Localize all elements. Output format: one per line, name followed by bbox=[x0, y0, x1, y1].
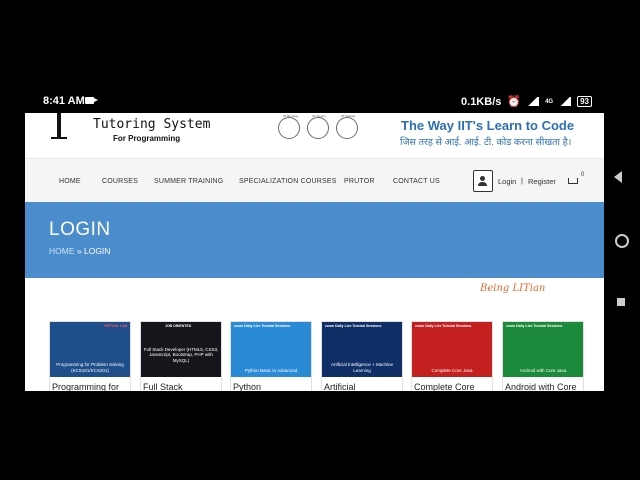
main-nav: HOME COURSES SUMMER TRAINING SPECIALIZAT… bbox=[25, 158, 604, 203]
course-title[interactable]: Programming for bbox=[52, 382, 119, 391]
course-tag: JOB ORIENTED bbox=[165, 324, 192, 328]
network-type: 4G bbox=[545, 98, 554, 105]
site-header: Tutoring System For Programming IIT Bomb… bbox=[25, 113, 604, 158]
recent-apps-icon[interactable] bbox=[617, 298, 625, 306]
nav-contact-us[interactable]: CONTACT US bbox=[393, 178, 440, 185]
battery-icon: 93 bbox=[577, 96, 592, 107]
course-caption: Artificial Intelligence + Machine Learni… bbox=[331, 362, 393, 373]
course-title[interactable]: Complete Core bbox=[414, 382, 475, 391]
nav-specialization-courses[interactable]: SPECIALIZATION COURSES bbox=[239, 178, 337, 185]
course-caption: Complete Core Java bbox=[431, 367, 473, 373]
course-thumbnail: zoom Daily Live Tutorial Sessions Androi… bbox=[503, 322, 583, 377]
partner-label: IIT Bombay bbox=[283, 114, 299, 118]
nav-prutor[interactable]: PRUTOR bbox=[344, 178, 375, 185]
partner-label: IIT Madras bbox=[341, 114, 356, 118]
brand-subtitle: For Programming bbox=[113, 134, 181, 143]
course-card[interactable]: zoom Daily Live Tutorial Sessions Androi… bbox=[502, 321, 584, 391]
cart-count: 0 bbox=[581, 172, 585, 178]
course-tag: zoom Daily Live Tutorial Sessions bbox=[325, 324, 382, 328]
course-title[interactable]: Full Stack bbox=[143, 382, 183, 391]
course-caption: Programming for Problem Solving (KCS101/… bbox=[56, 362, 124, 373]
nav-separator: | bbox=[521, 176, 523, 185]
partner-label: IIT Kanpur bbox=[312, 114, 326, 118]
home-icon[interactable] bbox=[615, 234, 629, 248]
page-banner: LOGIN HOME » LOGIN bbox=[25, 202, 604, 278]
iit-bombay-seal-icon bbox=[278, 117, 300, 139]
register-link[interactable]: Register bbox=[528, 177, 556, 186]
login-link[interactable]: Login bbox=[498, 177, 516, 186]
network-speed: 0.1KB/s bbox=[461, 95, 502, 108]
signal-icon-2 bbox=[559, 97, 572, 106]
clock: 8:41 AM bbox=[43, 95, 85, 107]
nav-summer-training[interactable]: SUMMER TRAINING bbox=[154, 178, 223, 185]
iit-kanpur-seal-icon bbox=[307, 117, 329, 139]
course-card[interactable]: zoom Daily Live Tutorial Sessions Artifi… bbox=[321, 321, 403, 391]
user-icon[interactable] bbox=[473, 170, 493, 192]
course-caption: Python Basic to Advanced bbox=[244, 367, 298, 373]
tagline: The Way IIT's Learn to Code bbox=[401, 118, 575, 133]
course-caption: Full Stack Developer (HTML5, CSS3, JavaS… bbox=[143, 346, 219, 363]
course-card[interactable]: zoom Daily Live Tutorial Sessions Comple… bbox=[411, 321, 493, 391]
phone-screen: 8:41 AM 0.1KB/s ⏰ 4G 93 Tutoring System … bbox=[25, 89, 604, 391]
iit-madras-seal-icon bbox=[336, 117, 358, 139]
course-card[interactable]: JOB ORIENTED Full Stack Developer (HTML5… bbox=[140, 321, 222, 391]
cart-icon[interactable] bbox=[568, 178, 578, 184]
course-title[interactable]: Artificial bbox=[324, 382, 356, 391]
course-card[interactable]: zoom Daily Live Tutorial Sessions Python… bbox=[230, 321, 312, 391]
course-tag: zoom Daily Live Tutorial Sessions bbox=[415, 324, 472, 328]
course-list: VIRTUAL LAB Programming for Problem Solv… bbox=[25, 278, 604, 391]
video-camera-icon bbox=[85, 97, 98, 104]
course-tag: zoom Daily Live Tutorial Sessions bbox=[234, 324, 291, 328]
status-bar: 8:41 AM 0.1KB/s ⏰ 4G 93 bbox=[25, 89, 604, 113]
course-card[interactable]: VIRTUAL LAB Programming for Problem Solv… bbox=[49, 321, 131, 391]
course-thumbnail: zoom Daily Live Tutorial Sessions Comple… bbox=[412, 322, 492, 377]
alarm-icon: ⏰ bbox=[507, 96, 522, 108]
breadcrumb-current: LOGIN bbox=[83, 246, 111, 256]
signal-icon bbox=[527, 97, 540, 106]
course-caption: Android with Core Java bbox=[519, 367, 567, 373]
breadcrumb-separator: » bbox=[76, 246, 82, 256]
course-thumbnail: zoom Daily Live Tutorial Sessions Artifi… bbox=[322, 322, 402, 377]
brand-title[interactable]: Tutoring System bbox=[93, 117, 210, 132]
course-thumbnail: VIRTUAL LAB Programming for Problem Solv… bbox=[50, 322, 130, 377]
course-tag: VIRTUAL LAB bbox=[104, 324, 128, 328]
course-title[interactable]: Python bbox=[233, 382, 261, 391]
tagline-hindi: जिस तरह से आई. आई. टी. कोड करना सीखता है… bbox=[400, 137, 572, 148]
course-thumbnail: JOB ORIENTED Full Stack Developer (HTML5… bbox=[141, 322, 221, 377]
breadcrumb-home[interactable]: HOME bbox=[49, 246, 75, 256]
page-title: LOGIN bbox=[49, 219, 111, 240]
course-thumbnail: zoom Daily Live Tutorial Sessions Python… bbox=[231, 322, 311, 377]
watermark: Being LITian bbox=[480, 283, 546, 294]
logo-icon[interactable] bbox=[51, 113, 67, 139]
breadcrumb: HOME » LOGIN bbox=[49, 246, 110, 256]
nav-courses[interactable]: COURSES bbox=[102, 178, 138, 185]
course-title[interactable]: Android with Core bbox=[505, 382, 577, 391]
course-tag: zoom Daily Live Tutorial Sessions bbox=[506, 324, 563, 328]
back-icon[interactable] bbox=[614, 171, 622, 183]
nav-home[interactable]: HOME bbox=[59, 178, 81, 185]
